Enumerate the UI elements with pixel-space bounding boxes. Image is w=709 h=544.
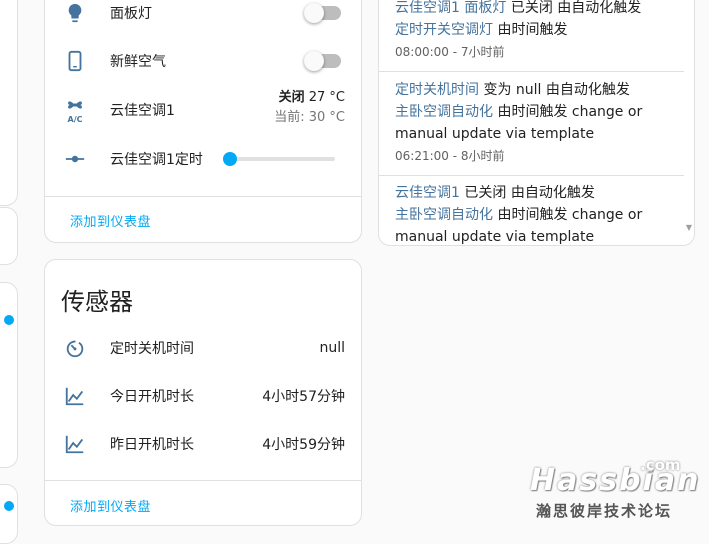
sensor-row-today-runtime[interactable]: 今日开机时长 4小时57分钟 xyxy=(45,376,361,416)
climate-state: 关闭 27 °C 当前: 30 °C xyxy=(274,88,345,128)
log-message: 变为 null 由自动化触发 xyxy=(479,82,630,98)
entity-label: 云佳空调1定时 xyxy=(110,152,203,168)
sensor-label: 昨日开机时长 xyxy=(110,437,194,453)
timer-icon xyxy=(63,336,87,360)
card-title: 传感器 xyxy=(61,288,133,316)
add-to-dashboard-button[interactable]: 添加到仪表盘 xyxy=(70,496,151,515)
climate-current: 当前: 30 °C xyxy=(274,110,345,125)
sensor-label: 定时关机时间 xyxy=(110,341,194,357)
panel-light-toggle[interactable] xyxy=(304,3,341,23)
log-message: manual update via template xyxy=(395,126,595,142)
svg-text:A/C: A/C xyxy=(68,115,83,123)
left-card-stub-3 xyxy=(0,282,18,468)
fresh-air-toggle[interactable] xyxy=(304,51,341,71)
logbook-card: 云佳空调1 面板灯 已关闭 由自动化触发 定时开关空调灯 由时间触发 08:00… xyxy=(378,0,695,246)
entity-row-panel-light[interactable]: 面板灯 xyxy=(45,0,361,33)
card-divider xyxy=(45,196,361,197)
lightbulb-icon xyxy=(63,1,87,25)
chart-line-icon xyxy=(63,384,87,408)
sensor-label: 今日开机时长 xyxy=(110,389,194,405)
status-dot xyxy=(4,501,14,511)
entity-row-ac[interactable]: A/C 云佳空调1 关闭 27 °C 当前: 30 °C xyxy=(45,90,361,130)
toggle-knob xyxy=(304,51,324,71)
entity-label: 新鲜空气 xyxy=(110,54,166,70)
log-message: 由时间触发 xyxy=(493,22,568,38)
entity-link[interactable]: 定时开关空调灯 xyxy=(395,22,493,38)
logbook-entry: 定时关机时间 变为 null 由自动化触发 主卧空调自动化 由时间触发 chan… xyxy=(395,79,684,167)
left-card-stub-4 xyxy=(0,484,18,544)
scroll-down-arrow-icon[interactable]: ▼ xyxy=(686,223,692,232)
sensor-row-yesterday-runtime[interactable]: 昨日开机时长 4小时59分钟 xyxy=(45,424,361,464)
log-message: 已关闭 由自动化触发 xyxy=(506,0,642,16)
sensors-card: 传感器 定时关机时间 null 今日开机时长 4小时57分钟 昨日开机时长 4小… xyxy=(44,259,362,526)
logbook-separator xyxy=(379,71,684,72)
cellphone-icon xyxy=(63,49,87,73)
logbook-separator xyxy=(379,175,684,176)
log-message: 已关闭 由自动化触发 xyxy=(459,185,595,201)
log-message: manual update via template xyxy=(395,229,595,245)
chart-line-icon xyxy=(63,432,87,456)
entity-link[interactable]: 定时关机时间 xyxy=(395,82,479,98)
sensor-value: 4小时59分钟 xyxy=(262,437,345,453)
slider-thumb[interactable] xyxy=(223,152,237,166)
entity-row-ac-timer[interactable]: 云佳空调1定时 xyxy=(45,139,361,179)
logbook-entry: 云佳空调1 面板灯 已关闭 由自动化触发 定时开关空调灯 由时间触发 08:00… xyxy=(395,0,684,63)
entity-link[interactable]: 云佳空调1 xyxy=(395,185,460,201)
sensor-row-shutdown-time[interactable]: 定时关机时间 null xyxy=(45,328,361,368)
air-conditioner-icon: A/C xyxy=(63,98,87,123)
toggle-knob xyxy=(304,3,324,23)
watermark-tld: .com xyxy=(640,456,681,474)
entity-link[interactable]: 主卧空调自动化 xyxy=(395,104,493,120)
climate-mode: 关闭 xyxy=(278,90,305,105)
controls-card: 面板灯 新鲜空气 A/C 云佳空调1 关闭 27 °C 当前: 30 °C 云佳… xyxy=(44,0,362,243)
log-time: 08:00:00 - 7小时前 xyxy=(395,45,505,59)
log-message: 由时间触发 change or xyxy=(493,207,643,223)
entity-row-fresh-air[interactable]: 新鲜空气 xyxy=(45,41,361,81)
sensor-value: null xyxy=(319,340,345,356)
ray-vertex-icon xyxy=(63,147,87,171)
log-message: 由时间触发 change or xyxy=(493,104,643,120)
watermark-subtitle: 瀚思彼岸技术论坛 xyxy=(536,502,673,520)
left-card-stub-2 xyxy=(0,207,18,265)
status-dot xyxy=(4,315,14,325)
climate-target: 27 °C xyxy=(308,90,345,105)
sensor-value: 4小时57分钟 xyxy=(262,389,345,405)
logbook-entry: 云佳空调1 已关闭 由自动化触发 主卧空调自动化 由时间触发 change or… xyxy=(395,182,684,245)
log-time: 06:21:00 - 8小时前 xyxy=(395,149,505,163)
ac-timer-slider[interactable] xyxy=(223,152,335,166)
entity-label: 面板灯 xyxy=(110,6,152,22)
left-card-stub-1 xyxy=(0,0,18,206)
card-divider xyxy=(45,480,361,481)
entity-link[interactable]: 云佳空调1 xyxy=(395,0,460,16)
add-to-dashboard-button[interactable]: 添加到仪表盘 xyxy=(70,211,151,230)
entity-link[interactable]: 主卧空调自动化 xyxy=(395,207,493,223)
entity-label: 云佳空调1 xyxy=(110,103,175,119)
entity-link[interactable]: 面板灯 xyxy=(464,0,506,16)
